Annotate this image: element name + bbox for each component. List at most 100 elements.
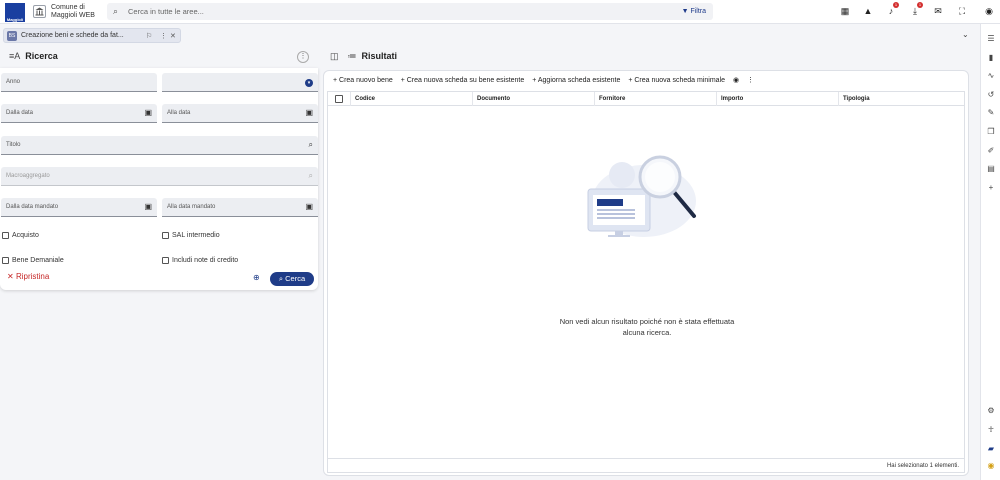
bookmark-icon[interactable]: ⚐: [146, 32, 152, 40]
calendar-icon[interactable]: ▣: [144, 202, 152, 211]
dalla-data-mandato-field[interactable]: Dalla data mandato ▣: [1, 198, 157, 217]
copy-icon[interactable]: ❐: [986, 127, 996, 137]
column-fornitore[interactable]: Fornitore: [594, 92, 716, 106]
tab-label: Creazione beni e schede da fat...: [21, 32, 124, 39]
macroaggregato-label: Macroaggregato: [6, 173, 50, 179]
titolo-field[interactable]: Titolo ⌕: [1, 136, 318, 155]
macroaggregato-field[interactable]: Macroaggregato ⌕: [1, 167, 318, 186]
downloads-badge: 1: [917, 2, 923, 8]
calendar-icon[interactable]: ▣: [305, 202, 313, 211]
reset-label: Ripristina: [15, 272, 50, 281]
results-toolbar: + Crea nuovo bene + Crea nuova scheda su…: [333, 76, 760, 84]
empty-state-message: Non vedi alcun risultato poiché non è st…: [324, 316, 970, 338]
search-panel-title: Ricerca: [25, 51, 58, 61]
dalla-data-label: Dalla data: [6, 110, 34, 116]
search-icon[interactable]: ⌕: [309, 140, 313, 150]
grid-footer: Hai selezionato 1 elementi.: [328, 458, 964, 473]
results-panel: + Crea nuovo bene + Crea nuova scheda su…: [323, 70, 969, 476]
warning-icon[interactable]: ▲: [863, 6, 873, 16]
results-title: Risultati: [361, 51, 398, 61]
includi-note-checkbox[interactable]: Includi note di credito: [162, 257, 238, 264]
top-bar: Maggioli Comune di Maggioli WEB ⌕ Cerca …: [0, 0, 1000, 24]
sal-intermedio-checkbox[interactable]: SAL intermedio: [162, 232, 220, 239]
history-icon[interactable]: ↺: [986, 90, 996, 100]
create-sheet-existing-asset-button[interactable]: + Crea nuova scheda su bene esistente: [401, 77, 525, 84]
user-account-icon[interactable]: ◉: [984, 6, 994, 16]
tab-creazione-beni[interactable]: BS Creazione beni e schede da fat... ⚐ ⋮…: [3, 28, 181, 43]
advanced-search-icon[interactable]: ⊕: [253, 273, 260, 282]
create-minimal-sheet-button[interactable]: + Crea nuova scheda minimale: [628, 77, 725, 84]
help-icon[interactable]: ◉: [986, 461, 996, 471]
accessibility-icon[interactable]: ☥: [986, 425, 996, 435]
close-icon: ✕: [7, 272, 14, 281]
acquisto-label: Acquisto: [12, 232, 39, 239]
notifications-badge: 1: [893, 2, 899, 8]
fullscreen-icon[interactable]: ⛶: [957, 6, 967, 16]
column-importo[interactable]: Importo: [716, 92, 838, 106]
visibility-icon[interactable]: ◉: [733, 77, 739, 84]
update-existing-sheet-button[interactable]: + Aggiorna scheda esistente: [532, 77, 620, 84]
calendar-icon[interactable]: ▣: [305, 108, 313, 117]
maggioli-logo[interactable]: Maggioli: [5, 3, 25, 22]
select-all-checkbox[interactable]: [335, 95, 343, 103]
dashboard-icon[interactable]: ▦: [840, 6, 850, 16]
column-tipologia[interactable]: Tipologia: [838, 92, 964, 106]
search-panel-header: ≡A Ricerca: [9, 51, 58, 61]
anno-field[interactable]: Anno: [1, 73, 157, 92]
calendar-icon[interactable]: ▣: [144, 108, 152, 117]
book-icon[interactable]: ▮: [986, 53, 996, 63]
chat-icon[interactable]: ▰: [986, 444, 996, 454]
list-icon[interactable]: ☰: [986, 34, 996, 44]
grid-header: Codice Documento Fornitore Importo Tipol…: [328, 92, 964, 106]
column-codice[interactable]: Codice: [350, 92, 472, 106]
search-placeholder[interactable]: Cerca in tutte le aree...: [128, 7, 204, 16]
settings-icon[interactable]: ⚙: [986, 406, 996, 416]
list-icon: ≔: [347, 51, 357, 61]
create-new-asset-button[interactable]: + Crea nuovo bene: [333, 77, 393, 84]
anno-select[interactable]: ▾: [162, 73, 318, 92]
empty-line1: Non vedi alcun risultato poiché non è st…: [559, 317, 735, 326]
results-grid: Codice Documento Fornitore Importo Tipol…: [327, 91, 965, 473]
alla-data-mandato-label: Alla data mandato: [167, 204, 216, 210]
bene-demaniale-checkbox[interactable]: Bene Demaniale: [2, 257, 64, 264]
alla-data-field[interactable]: Alla data ▣: [162, 104, 318, 123]
checkbox-box[interactable]: [162, 257, 169, 264]
includi-note-label: Includi note di credito: [172, 257, 239, 264]
tab-menu-icon[interactable]: ⋮: [160, 32, 167, 40]
alla-data-mandato-field[interactable]: Alla data mandato ▣: [162, 198, 318, 217]
titolo-label: Titolo: [6, 142, 21, 148]
dalla-data-field[interactable]: Dalla data ▣: [1, 104, 157, 123]
filter-label: Filtra: [690, 7, 706, 15]
more-options-icon[interactable]: ⋮: [747, 77, 754, 84]
filter-button[interactable]: ▼ Filtra: [682, 8, 706, 15]
mail-icon[interactable]: ✉: [933, 6, 943, 16]
town-hall-icon: [33, 5, 46, 18]
search-button[interactable]: ⌕ Cerca: [270, 272, 314, 286]
checkbox-box[interactable]: [162, 232, 169, 239]
dropdown-icon[interactable]: ▾: [305, 79, 313, 87]
search-icon[interactable]: ⌕: [309, 171, 313, 181]
checkbox-box[interactable]: [2, 257, 9, 264]
search-panel-menu-button[interactable]: ⋮: [297, 51, 309, 63]
empty-search-illustration: [587, 155, 696, 237]
column-documento[interactable]: Documento: [472, 92, 594, 106]
chevron-down-icon[interactable]: ⌄: [962, 30, 969, 39]
sidebar-toggle-icon[interactable]: ◫: [330, 51, 339, 61]
edit-document-icon[interactable]: ✐: [986, 146, 996, 156]
global-search[interactable]: ⌕ Cerca in tutte le aree... ▼ Filtra: [107, 3, 713, 20]
acquisto-checkbox[interactable]: Acquisto: [2, 232, 39, 239]
close-icon[interactable]: ✕: [170, 32, 176, 40]
results-header: ◫ ≔ Risultati: [330, 51, 397, 62]
tab-module-icon: BS: [7, 31, 17, 41]
anno-label: Anno: [6, 79, 21, 85]
bene-demaniale-label: Bene Demaniale: [12, 257, 64, 264]
trend-icon[interactable]: ∿: [986, 71, 996, 81]
tools-icon[interactable]: ✎: [986, 108, 996, 118]
add-icon[interactable]: +: [986, 183, 996, 193]
reset-button[interactable]: ✕ Ripristina: [7, 272, 49, 281]
dalla-data-mandato-label: Dalla data mandato: [6, 204, 59, 210]
checkbox-box[interactable]: [2, 232, 9, 239]
alla-data-label: Alla data: [167, 110, 191, 116]
org-line2: Maggioli WEB: [51, 11, 95, 19]
file-icon[interactable]: ▤: [986, 164, 996, 174]
